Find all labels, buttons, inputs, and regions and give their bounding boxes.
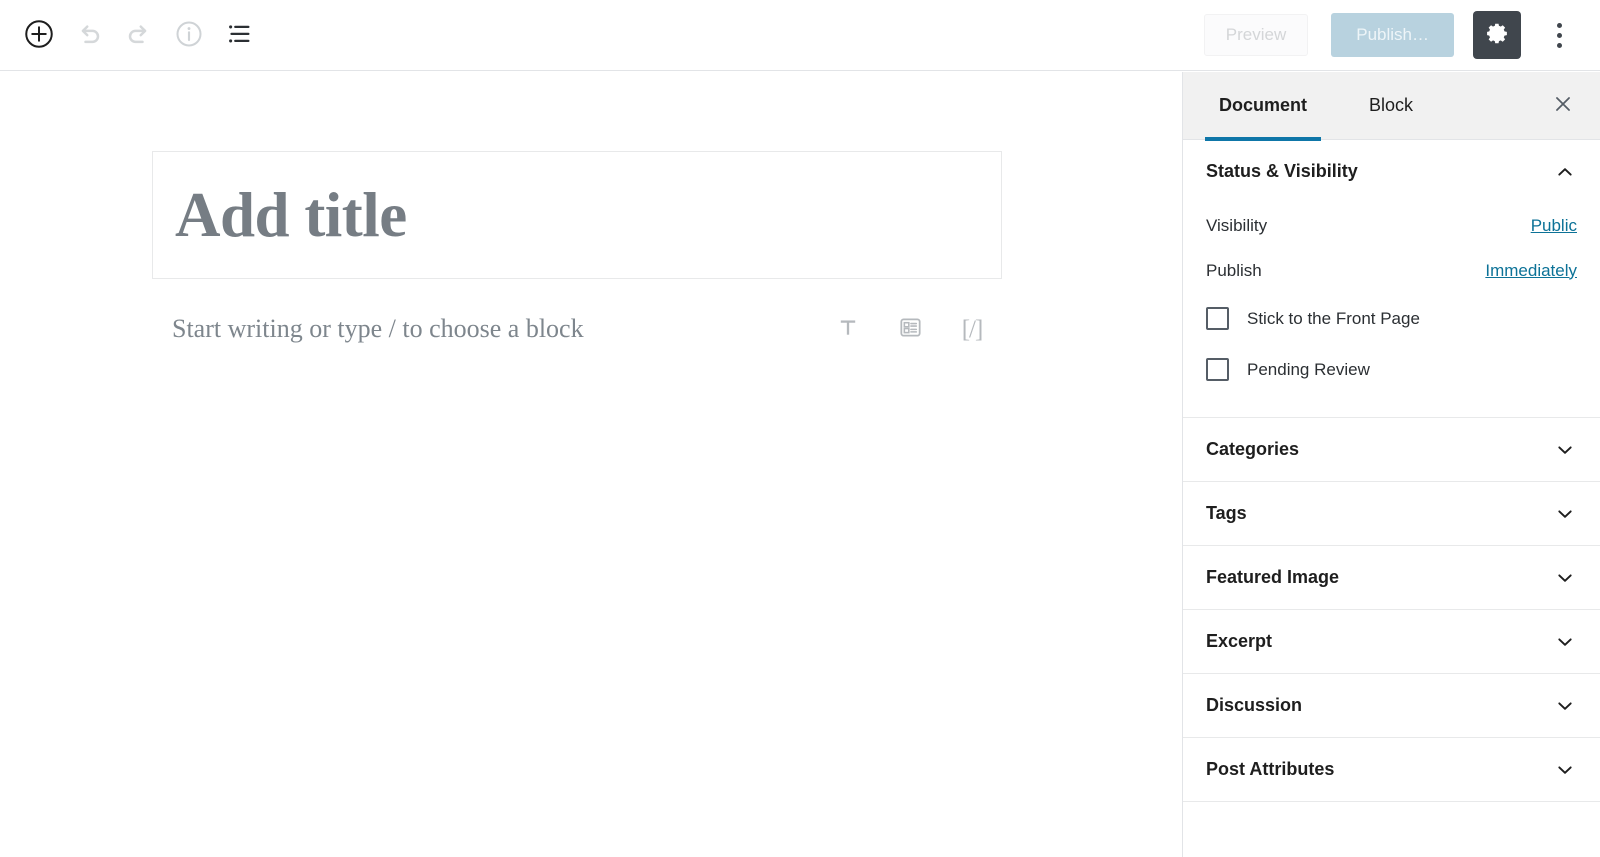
panel-title: Status & Visibility bbox=[1206, 161, 1358, 181]
panel-featured-image: Featured Image bbox=[1183, 546, 1600, 610]
chevron-down-icon bbox=[1554, 631, 1576, 653]
kebab-dot-icon bbox=[1556, 32, 1562, 38]
more-options-button[interactable] bbox=[1536, 11, 1582, 59]
panel-discussion-toggle[interactable]: Discussion bbox=[1183, 674, 1600, 737]
editor-header: Preview Publish… bbox=[0, 0, 1600, 71]
panel-title: Featured Image bbox=[1206, 567, 1340, 587]
panel-excerpt-toggle[interactable]: Excerpt bbox=[1183, 610, 1600, 673]
block-placeholder-text[interactable]: Start writing or type / to choose a bloc… bbox=[172, 316, 584, 342]
panel-title: Post Attributes bbox=[1206, 759, 1335, 779]
panel-categories: Categories bbox=[1183, 418, 1600, 482]
close-sidebar-button[interactable] bbox=[1543, 86, 1583, 126]
paragraph-block-button[interactable] bbox=[830, 311, 866, 347]
chevron-down-icon bbox=[1554, 439, 1576, 461]
paragraph-icon bbox=[836, 316, 860, 343]
undo-icon bbox=[74, 19, 104, 52]
visibility-value-button[interactable]: Public bbox=[1531, 216, 1577, 236]
content-info-button[interactable] bbox=[164, 10, 214, 60]
panel-title: Tags bbox=[1206, 503, 1247, 523]
sticky-post-row: Stick to the Front Page bbox=[1206, 293, 1577, 344]
panel-title: Categories bbox=[1206, 439, 1300, 459]
editor-canvas: Add title Start writing or type / to cho… bbox=[0, 72, 1182, 857]
header-toolbar bbox=[0, 0, 264, 70]
chevron-up-icon bbox=[1554, 161, 1576, 183]
publish-label: Publish bbox=[1206, 260, 1262, 280]
panel-status-visibility: Status & Visibility Visibility Public Pu… bbox=[1183, 140, 1600, 418]
block-navigation-button[interactable] bbox=[214, 10, 264, 60]
add-block-icon bbox=[24, 19, 54, 52]
pending-review-checkbox[interactable] bbox=[1206, 358, 1229, 381]
panel-post-attributes: Post Attributes bbox=[1183, 738, 1600, 802]
media-text-icon bbox=[898, 315, 923, 343]
status-visibility-body: Visibility Public Publish Immediately St… bbox=[1183, 203, 1600, 417]
chevron-down-icon bbox=[1554, 759, 1576, 781]
settings-button[interactable] bbox=[1473, 11, 1521, 59]
post-title-placeholder: Add title bbox=[175, 179, 407, 250]
panel-title: Excerpt bbox=[1206, 631, 1273, 651]
publish-date-row: Publish Immediately bbox=[1206, 248, 1577, 293]
post-title-field[interactable]: Add title bbox=[152, 151, 1002, 279]
media-text-block-button[interactable] bbox=[892, 311, 928, 347]
panel-categories-toggle[interactable]: Categories bbox=[1183, 418, 1600, 481]
panel-title: Discussion bbox=[1206, 695, 1303, 715]
gutenberg-editor: Preview Publish… Add title Start writing… bbox=[0, 0, 1600, 857]
panel-discussion: Discussion bbox=[1183, 674, 1600, 738]
publish-button[interactable]: Publish… bbox=[1331, 13, 1454, 57]
header-actions: Preview Publish… bbox=[1203, 0, 1600, 70]
panel-tags-toggle[interactable]: Tags bbox=[1183, 482, 1600, 545]
redo-icon bbox=[124, 19, 154, 52]
visibility-label: Visibility bbox=[1206, 215, 1268, 235]
panel-tags: Tags bbox=[1183, 482, 1600, 546]
add-block-button[interactable] bbox=[14, 10, 64, 60]
sticky-post-label[interactable]: Stick to the Front Page bbox=[1247, 309, 1420, 329]
panel-status-visibility-toggle[interactable]: Status & Visibility bbox=[1183, 140, 1600, 203]
tab-block[interactable]: Block bbox=[1355, 72, 1427, 140]
shortcode-icon: [/] bbox=[961, 315, 984, 343]
publish-date-button[interactable]: Immediately bbox=[1485, 261, 1577, 281]
close-icon bbox=[1552, 93, 1574, 118]
chevron-down-icon bbox=[1554, 695, 1576, 717]
block-shortcut-group: [/] bbox=[830, 311, 1002, 347]
panel-featured-image-toggle[interactable]: Featured Image bbox=[1183, 546, 1600, 609]
content-info-icon bbox=[174, 19, 204, 52]
pending-review-label[interactable]: Pending Review bbox=[1247, 360, 1370, 380]
chevron-down-icon bbox=[1554, 567, 1576, 589]
tab-document[interactable]: Document bbox=[1205, 72, 1322, 141]
undo-button[interactable] bbox=[64, 10, 114, 60]
sticky-post-checkbox[interactable] bbox=[1206, 307, 1229, 330]
sidebar-tab-bar: Document Block bbox=[1183, 72, 1600, 141]
preview-button[interactable]: Preview bbox=[1203, 14, 1309, 56]
visibility-row: Visibility Public bbox=[1206, 203, 1577, 248]
gear-icon bbox=[1485, 21, 1510, 49]
panel-excerpt: Excerpt bbox=[1183, 610, 1600, 674]
settings-sidebar: Document Block Status & Visibility Visib… bbox=[1182, 72, 1600, 857]
chevron-down-icon bbox=[1554, 503, 1576, 525]
block-navigation-icon bbox=[224, 19, 254, 52]
pending-review-row: Pending Review bbox=[1206, 344, 1577, 395]
kebab-dot-icon bbox=[1556, 42, 1562, 48]
shortcode-block-button[interactable]: [/] bbox=[954, 311, 990, 347]
kebab-dot-icon bbox=[1556, 22, 1562, 28]
redo-button[interactable] bbox=[114, 10, 164, 60]
panel-post-attributes-toggle[interactable]: Post Attributes bbox=[1183, 738, 1600, 801]
default-block-appender: Start writing or type / to choose a bloc… bbox=[152, 305, 1002, 353]
